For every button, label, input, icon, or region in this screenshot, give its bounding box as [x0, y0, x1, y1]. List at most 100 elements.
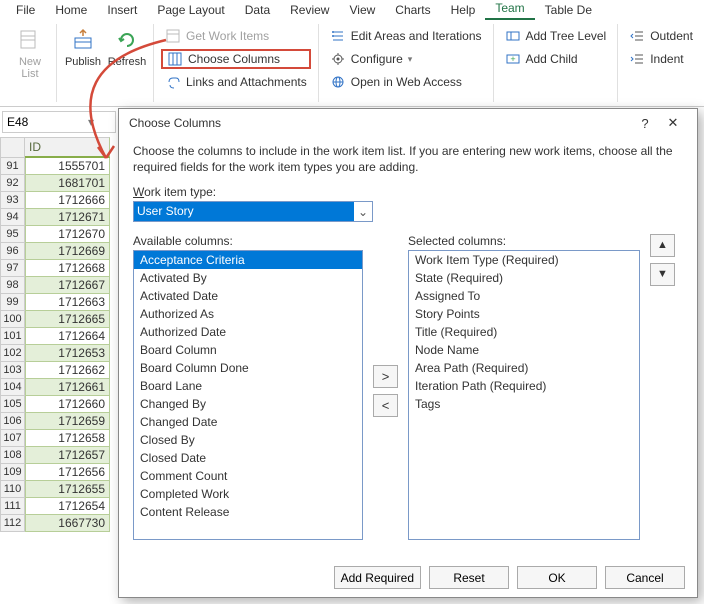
row-header[interactable]: 93	[0, 192, 25, 209]
row-header[interactable]: 97	[0, 260, 25, 277]
cell-id[interactable]: 1712671	[25, 209, 110, 226]
cell-id[interactable]: 1712663	[25, 294, 110, 311]
cell-id[interactable]: 1667730	[25, 515, 110, 532]
row-header[interactable]: 112	[0, 515, 25, 532]
list-item[interactable]: Activated By	[134, 269, 362, 287]
cell-id[interactable]: 1712661	[25, 379, 110, 396]
list-item[interactable]: Area Path (Required)	[409, 359, 639, 377]
list-item[interactable]: Work Item Type (Required)	[409, 251, 639, 269]
refresh-button[interactable]: Refresh	[105, 24, 149, 102]
edit-areas-button[interactable]: Edit Areas and Iterations	[326, 26, 486, 46]
tab-data[interactable]: Data	[235, 0, 280, 20]
list-item[interactable]: Changed By	[134, 395, 362, 413]
add-child-button[interactable]: + Add Child	[501, 49, 611, 69]
list-item[interactable]: Closed Date	[134, 449, 362, 467]
row-header[interactable]: 91	[0, 158, 25, 175]
cell-id[interactable]: 1712655	[25, 481, 110, 498]
cell-id[interactable]: 1712658	[25, 430, 110, 447]
cell-id[interactable]: 1712662	[25, 362, 110, 379]
cell-id[interactable]: 1712665	[25, 311, 110, 328]
row-header[interactable]: 99	[0, 294, 25, 311]
tab-charts[interactable]: Charts	[385, 0, 440, 20]
cell-id[interactable]: 1712664	[25, 328, 110, 345]
name-box-input[interactable]	[3, 113, 83, 131]
selected-columns-list[interactable]: Work Item Type (Required)State (Required…	[408, 250, 640, 540]
list-item[interactable]: Node Name	[409, 341, 639, 359]
list-item[interactable]: Comment Count	[134, 467, 362, 485]
tab-team[interactable]: Team	[485, 0, 534, 20]
cell-id[interactable]: 1712668	[25, 260, 110, 277]
links-attachments-button[interactable]: Links and Attachments	[161, 72, 311, 92]
available-columns-list[interactable]: Acceptance CriteriaActivated ByActivated…	[133, 250, 363, 540]
move-up-button[interactable]: ▲	[650, 234, 675, 257]
chevron-down-icon[interactable]: ▾	[83, 115, 99, 129]
tab-review[interactable]: Review	[280, 0, 339, 20]
cell-id[interactable]: 1712653	[25, 345, 110, 362]
get-work-items-button[interactable]: Get Work Items	[161, 26, 311, 46]
row-header[interactable]: 110	[0, 481, 25, 498]
name-box[interactable]: ▾	[2, 111, 116, 133]
list-item[interactable]: Authorized Date	[134, 323, 362, 341]
outdent-button[interactable]: Outdent	[625, 26, 697, 46]
move-right-button[interactable]: >	[373, 365, 398, 388]
tab-file[interactable]: File	[6, 0, 45, 20]
tab-insert[interactable]: Insert	[97, 0, 147, 20]
row-header[interactable]: 109	[0, 464, 25, 481]
tab-table-de[interactable]: Table De	[535, 0, 602, 20]
chevron-down-icon[interactable]: ⌄	[354, 205, 372, 219]
list-item[interactable]: Story Points	[409, 305, 639, 323]
row-header[interactable]: 92	[0, 175, 25, 192]
row-header[interactable]: 106	[0, 413, 25, 430]
cell-id[interactable]: 1712670	[25, 226, 110, 243]
cell-id[interactable]: 1712657	[25, 447, 110, 464]
list-item[interactable]: Changed Date	[134, 413, 362, 431]
row-header[interactable]: 102	[0, 345, 25, 362]
reset-button[interactable]: Reset	[429, 566, 509, 589]
cell-id[interactable]: 1555701	[25, 158, 110, 175]
row-header[interactable]: 111	[0, 498, 25, 515]
open-web-button[interactable]: Open in Web Access	[326, 72, 486, 92]
cancel-button[interactable]: Cancel	[605, 566, 685, 589]
tab-view[interactable]: View	[339, 0, 385, 20]
row-header[interactable]: 108	[0, 447, 25, 464]
cell-id[interactable]: 1712659	[25, 413, 110, 430]
move-down-button[interactable]: ▼	[650, 263, 675, 286]
help-button[interactable]: ?	[631, 116, 659, 131]
select-all-cell[interactable]	[0, 137, 25, 158]
row-header[interactable]: 107	[0, 430, 25, 447]
row-header[interactable]: 95	[0, 226, 25, 243]
list-item[interactable]: Board Lane	[134, 377, 362, 395]
list-item[interactable]: Board Column	[134, 341, 362, 359]
row-header[interactable]: 103	[0, 362, 25, 379]
list-item[interactable]: Closed By	[134, 431, 362, 449]
cell-id[interactable]: 1712654	[25, 498, 110, 515]
list-item[interactable]: Completed Work	[134, 485, 362, 503]
cell-id[interactable]: 1712666	[25, 192, 110, 209]
list-item[interactable]: Iteration Path (Required)	[409, 377, 639, 395]
list-item[interactable]: Authorized As	[134, 305, 362, 323]
row-header[interactable]: 100	[0, 311, 25, 328]
tab-page-layout[interactable]: Page Layout	[147, 0, 234, 20]
add-tree-level-button[interactable]: Add Tree Level	[501, 26, 611, 46]
column-header-id[interactable]: ID	[25, 137, 110, 158]
add-required-button[interactable]: Add Required	[334, 566, 421, 589]
work-item-type-combo[interactable]: User Story ⌄	[133, 201, 373, 222]
cell-id[interactable]: 1712667	[25, 277, 110, 294]
list-item[interactable]: Activated Date	[134, 287, 362, 305]
list-item[interactable]: State (Required)	[409, 269, 639, 287]
list-item[interactable]: Tags	[409, 395, 639, 413]
publish-button[interactable]: Publish	[61, 24, 105, 102]
ok-button[interactable]: OK	[517, 566, 597, 589]
configure-button[interactable]: Configure ▾	[326, 49, 486, 69]
cell-id[interactable]: 1681701	[25, 175, 110, 192]
cell-id[interactable]: 1712656	[25, 464, 110, 481]
indent-button[interactable]: Indent	[625, 49, 697, 69]
tab-help[interactable]: Help	[441, 0, 486, 20]
move-left-button[interactable]: <	[373, 394, 398, 417]
close-button[interactable]: ✕	[659, 115, 687, 131]
list-item[interactable]: Board Column Done	[134, 359, 362, 377]
list-item[interactable]: Title (Required)	[409, 323, 639, 341]
list-item[interactable]: Assigned To	[409, 287, 639, 305]
row-header[interactable]: 101	[0, 328, 25, 345]
cell-id[interactable]: 1712669	[25, 243, 110, 260]
